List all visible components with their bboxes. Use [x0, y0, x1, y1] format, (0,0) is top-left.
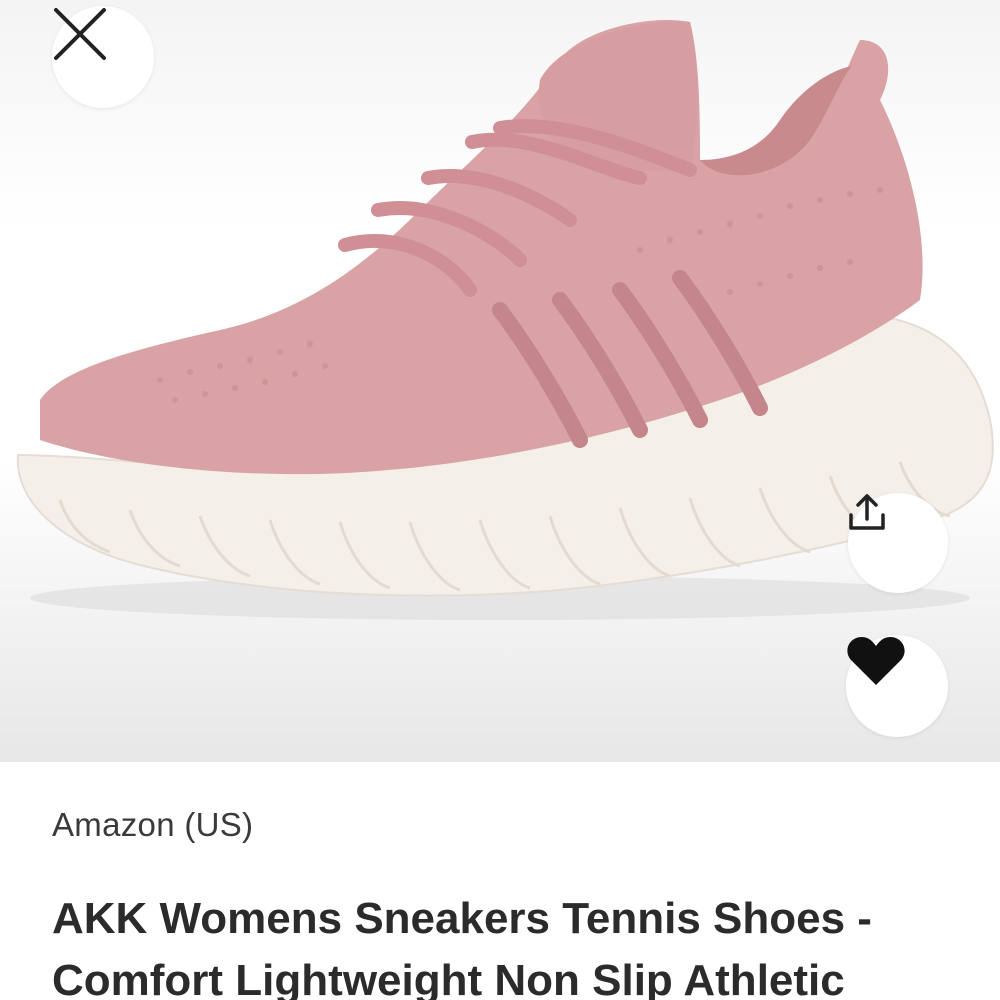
- favorite-button[interactable]: [846, 635, 948, 737]
- product-title: AKK Womens Sneakers Tennis Shoes - Comfo…: [52, 894, 872, 1000]
- share-button[interactable]: [848, 493, 948, 593]
- product-image[interactable]: [0, 0, 1000, 762]
- heart-icon: [847, 637, 905, 685]
- close-icon: [54, 8, 106, 60]
- store-name[interactable]: Amazon (US): [52, 806, 253, 844]
- share-upload-icon: [849, 494, 885, 530]
- close-button[interactable]: [52, 6, 154, 108]
- product-details: Amazon (US) AKK Womens Sneakers Tennis S…: [0, 762, 1000, 1000]
- product-detail-screen: Amazon (US) AKK Womens Sneakers Tennis S…: [0, 0, 1000, 1000]
